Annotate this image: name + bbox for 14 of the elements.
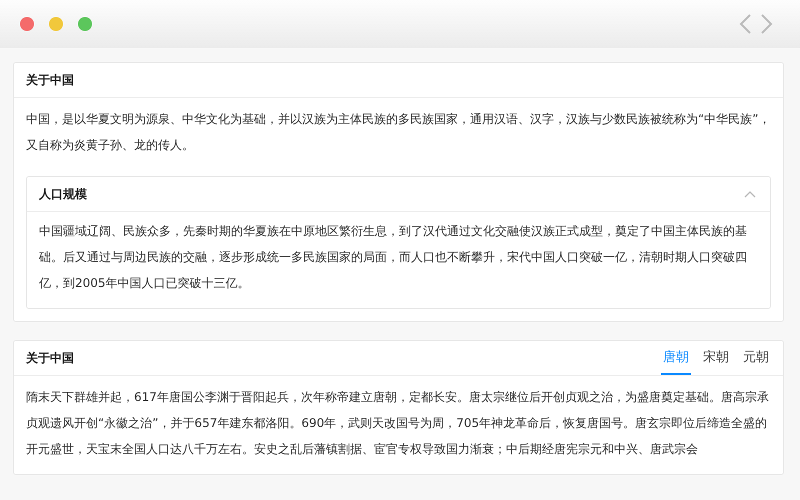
tab[interactable]: 元朝 [741,341,771,375]
chevron-icon[interactable] [744,190,756,198]
card-title: 关于中国 [26,350,74,366]
paragraph: 中国疆域辽阔、民族众多，先秦时期的华夏族在中原地区繁衍生息，到了汉代通过文化交融使汉族正式成型，奠定了中国主体民族的基础。后又通过与周边民族的交融，逐步形成统一多民族国家的局面，而人口也不断攀升，宋代中国人口突破一亿，清朝时期人口突破四亿，到2005年中国人口已突破十三亿。 [39,223,748,292]
minimize-icon[interactable] [49,17,63,31]
tab[interactable]: 宋朝 [701,341,731,375]
panel-title[interactable]: 人口规模 [39,186,87,202]
back-icon[interactable] [738,13,752,35]
paragraph: 隋末天下群雄并起，617年唐国公李渊于晋阳起兵，次年称帝建立唐朝，定都长安。唐太宗继位后开创贞观之治，为盛唐奠定基础。唐高宗承贞观遗风开创“永徽之治”，并于657年建东都洛阳。690年，武则天改国号为周，705年神龙革命后，恢复唐国号。唐玄宗即位后缔造全盛的开元盛世，天宝末全国人口达八千万左右。安史之乱后藩镇割据、宦官专权导致国力渐衰；中后期经唐宪宗元和中兴、唐武宗会 [26,389,770,458]
card-title: 关于中国 [26,72,74,88]
close-icon[interactable] [20,17,34,31]
maximize-icon[interactable] [78,17,92,31]
forward-icon[interactable] [760,13,774,35]
paragraph: 中国，是以华夏文明为源泉、中华文化为基础，并以汉族为主体民族的多民族国家，通用汉语、汉字，汉族与少数民族被统称为“中华民族”，又自称为炎黄子孙、龙的传人。 [26,111,771,154]
